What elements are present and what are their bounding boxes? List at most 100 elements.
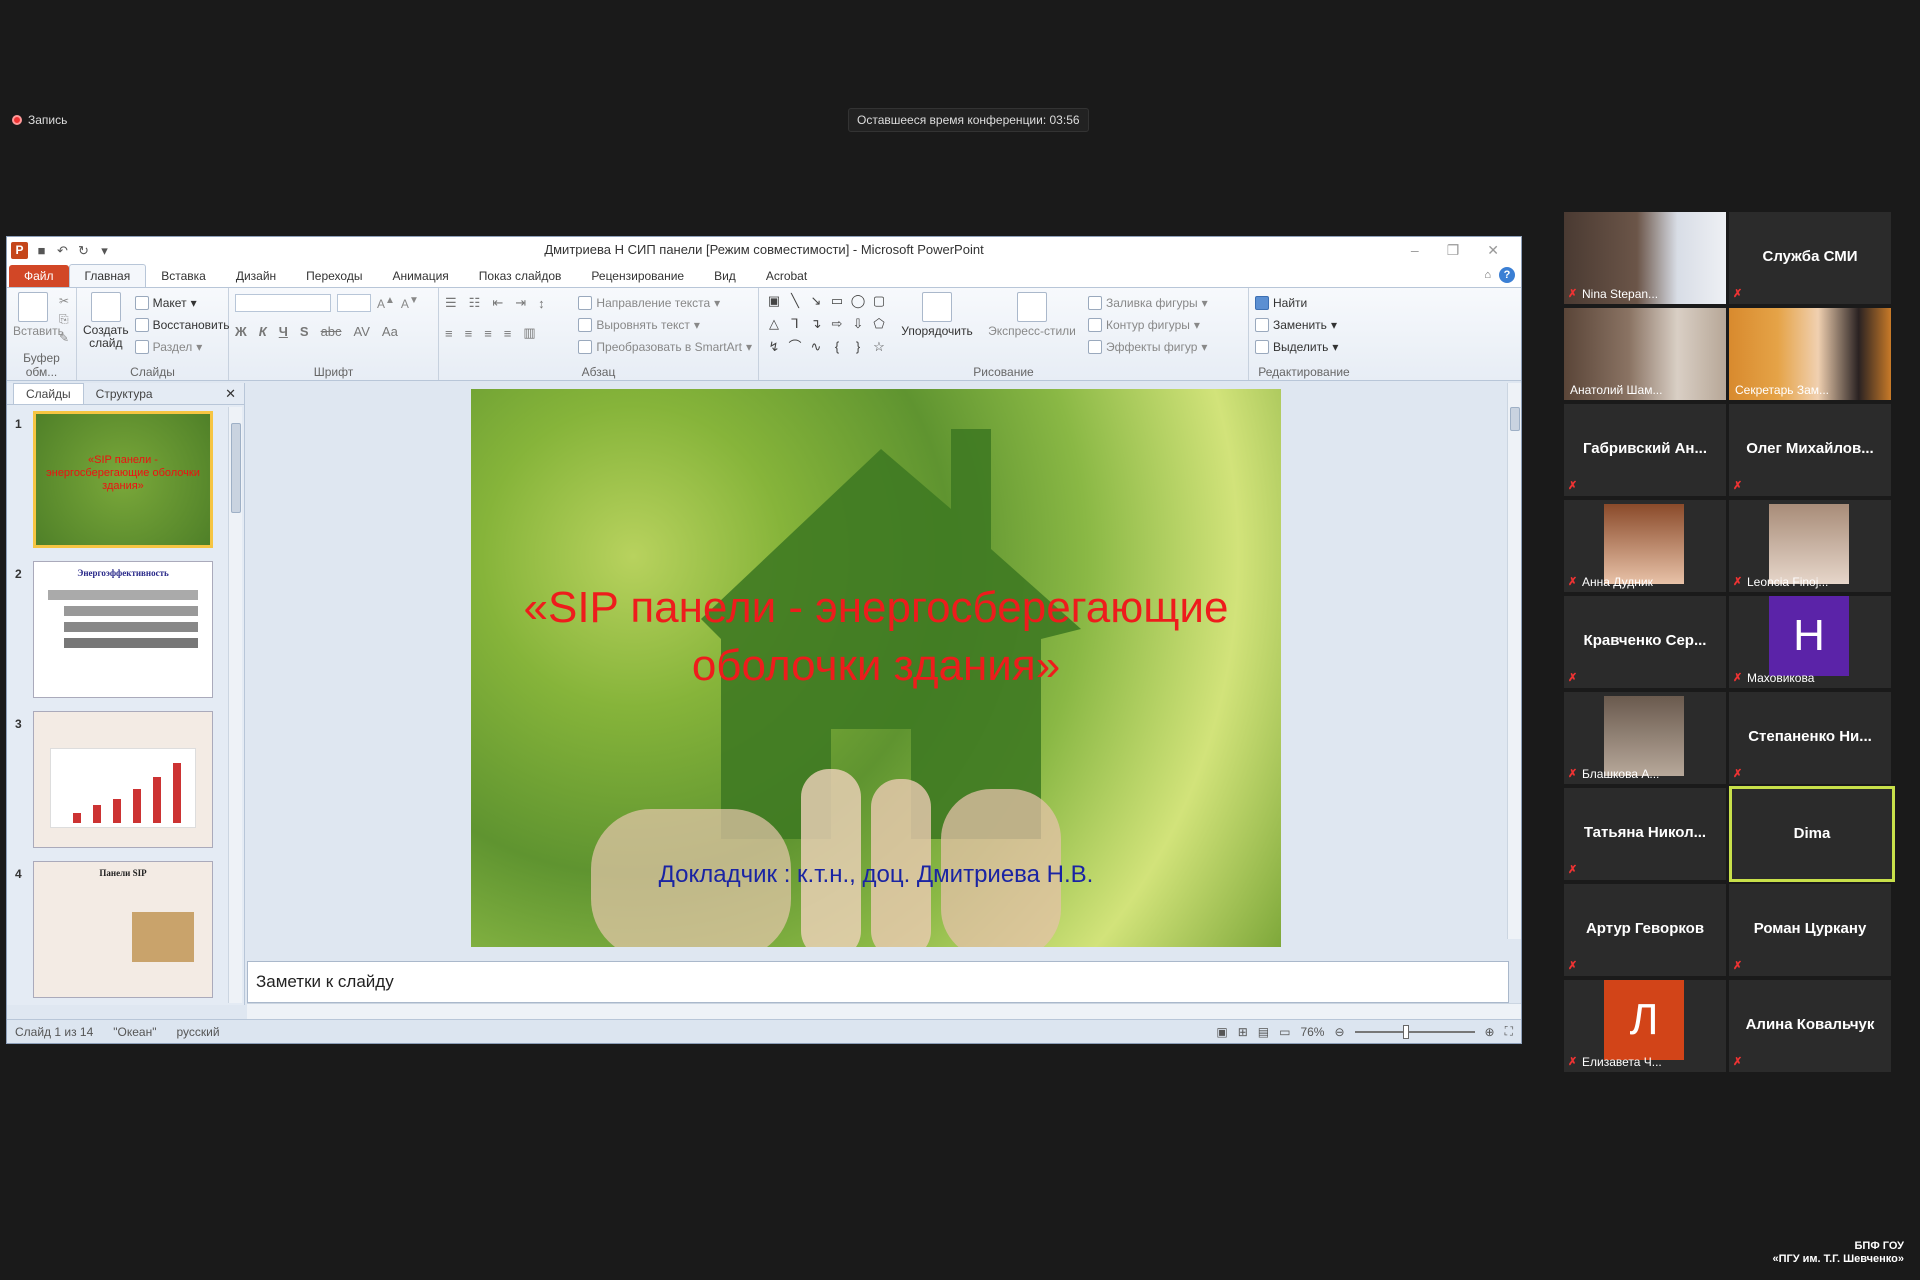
slideshow-view-icon[interactable]: ▭	[1279, 1025, 1290, 1039]
ribbon-collapse-icon[interactable]: ⌂	[1484, 269, 1491, 281]
brace-close-shape-icon[interactable]: }	[849, 338, 867, 358]
restore-icon[interactable]: ❐	[1447, 242, 1460, 259]
sorter-view-icon[interactable]: ⊞	[1238, 1025, 1248, 1039]
tab-acrobat[interactable]: Acrobat	[751, 265, 822, 287]
tab-design[interactable]: Дизайн	[221, 265, 291, 287]
smartart-button[interactable]: Преобразовать в SmartArt ▾	[578, 336, 752, 358]
indent-decrease-icon[interactable]: ⇤	[492, 295, 503, 311]
tab-home[interactable]: Главная	[68, 264, 147, 287]
slide-title[interactable]: «SIP панели - энергосберегающие оболочки…	[501, 579, 1251, 695]
minimize-icon[interactable]: –	[1411, 242, 1419, 259]
redo-icon[interactable]: ↻	[76, 243, 91, 258]
shrink-font-icon[interactable]: A▼	[401, 295, 419, 311]
participant-tile[interactable]: Роман Цуркану ✗	[1729, 884, 1891, 976]
scroll-thumb[interactable]	[231, 423, 241, 513]
shape-fill-button[interactable]: Заливка фигуры ▾	[1088, 292, 1208, 314]
justify-icon[interactable]: ≡	[504, 326, 512, 341]
participant-tile[interactable]: Л ✗ Елизавета Ч...	[1564, 980, 1726, 1072]
roundrect-shape-icon[interactable]: ▢	[870, 292, 888, 312]
notes-input[interactable]: Заметки к слайду	[247, 961, 1509, 1003]
zoom-level[interactable]: 76%	[1300, 1025, 1324, 1039]
italic-button[interactable]: К	[259, 324, 267, 339]
new-slide-button[interactable]: Создать слайд	[83, 292, 129, 358]
indent-increase-icon[interactable]: ⇥	[515, 295, 526, 311]
zoom-out-icon[interactable]: ⊖	[1334, 1025, 1344, 1039]
record-indicator[interactable]: Запись	[12, 113, 67, 127]
participant-tile[interactable]: ✗ Блашкова А...	[1564, 692, 1726, 784]
shape-effects-button[interactable]: Эффекты фигур ▾	[1088, 336, 1208, 358]
participant-tile-active[interactable]: Dima	[1729, 786, 1895, 882]
section-button[interactable]: Раздел ▾	[134, 336, 230, 358]
bullets-icon[interactable]: ☰	[445, 295, 457, 311]
fit-window-icon[interactable]: ⛶	[1505, 1024, 1513, 1039]
slides-panel-scrollbar[interactable]	[228, 407, 242, 1003]
right-arrow-shape-icon[interactable]: ⇨	[828, 315, 846, 335]
tab-view[interactable]: Вид	[699, 265, 751, 287]
wave-shape-icon[interactable]: ∿	[807, 338, 825, 358]
shapes-gallery[interactable]: ▣ ╲ ↘ ▭ ◯ ▢ △ ⅂ ↴ ⇨ ⇩ ⬠ ↯ ⌒ ∿{} ☆	[765, 292, 888, 358]
undo-icon[interactable]: ↶	[55, 243, 70, 258]
align-center-icon[interactable]: ≡	[465, 326, 473, 341]
strike-button[interactable]: abc	[321, 324, 342, 339]
grow-font-icon[interactable]: A▲	[377, 295, 395, 311]
language[interactable]: русский	[177, 1025, 220, 1039]
columns-icon[interactable]: ▥	[523, 325, 535, 341]
close-icon[interactable]: ✕	[1487, 242, 1499, 259]
participant-tile[interactable]: Н ✗ Маховикова	[1729, 596, 1891, 688]
customize-toolbar-icon[interactable]: ▾	[97, 243, 112, 258]
participant-tile[interactable]: Анатолий Шам...	[1564, 308, 1726, 400]
current-slide[interactable]: «SIP панели - энергосберегающие оболочки…	[471, 389, 1281, 947]
shape-outline-button[interactable]: Контур фигуры ▾	[1088, 314, 1208, 336]
find-button[interactable]: Найти	[1255, 292, 1353, 314]
participant-tile[interactable]: ✗ Анна Дудник	[1564, 500, 1726, 592]
align-right-icon[interactable]: ≡	[484, 326, 492, 341]
select-button[interactable]: Выделить ▾	[1255, 336, 1353, 358]
horizontal-scrollbar[interactable]	[247, 1003, 1521, 1019]
cut-icon[interactable]: ✂	[59, 294, 69, 308]
brace-open-shape-icon[interactable]: {	[828, 338, 846, 358]
save-icon[interactable]: ■	[34, 243, 49, 258]
bold-button[interactable]: Ж	[235, 324, 247, 339]
layout-button[interactable]: Макет ▾	[134, 292, 230, 314]
tab-insert[interactable]: Вставка	[146, 265, 221, 287]
numbering-icon[interactable]: ☷	[469, 295, 481, 311]
participant-tile[interactable]: Алина Ковальчук ✗	[1729, 980, 1891, 1072]
pentagon-shape-icon[interactable]: ⬠	[870, 315, 888, 335]
slide-reporter[interactable]: Докладчик : к.т.н., доц. Дмитриева Н.В.	[471, 861, 1281, 889]
participant-tile[interactable]: Кравченко Сер... ✗	[1564, 596, 1726, 688]
underline-button[interactable]: Ч	[279, 324, 288, 339]
connector-shape-icon[interactable]: ⅂	[786, 315, 804, 335]
tab-animation[interactable]: Анимация	[377, 265, 463, 287]
participant-tile[interactable]: Артур Геворков ✗	[1564, 884, 1726, 976]
shadow-button[interactable]: S	[300, 324, 309, 339]
curve-shape-icon[interactable]: ⌒	[786, 338, 804, 358]
copy-icon[interactable]: ⎘	[59, 312, 69, 327]
scroll-thumb[interactable]	[1510, 407, 1520, 431]
textbox-shape-icon[interactable]: ▣	[765, 292, 783, 312]
reading-view-icon[interactable]: ▤	[1258, 1025, 1269, 1039]
line-shape-icon[interactable]: ╲	[786, 292, 804, 312]
line-spacing-icon[interactable]: ↕	[538, 296, 545, 311]
participant-tile[interactable]: Габривский Ан... ✗	[1564, 404, 1726, 496]
tab-slides[interactable]: Слайды	[13, 383, 84, 404]
participant-tile[interactable]: Татьяна Никол... ✗	[1564, 788, 1726, 880]
participant-tile[interactable]: ✗ Leoncia Finoj...	[1729, 500, 1891, 592]
text-direction-button[interactable]: Направление текста ▾	[578, 292, 752, 314]
tab-outline[interactable]: Структура	[84, 384, 165, 404]
spacing-button[interactable]: AV	[354, 324, 370, 339]
slide-scrollbar[interactable]	[1507, 383, 1521, 939]
tab-transitions[interactable]: Переходы	[291, 265, 377, 287]
arrow-shape-icon[interactable]: ↘	[807, 292, 825, 312]
participant-tile[interactable]: Секретарь Зам...	[1729, 308, 1891, 400]
case-button[interactable]: Aa	[382, 324, 398, 339]
help-icon[interactable]: ?	[1499, 267, 1515, 283]
format-painter-icon[interactable]: ✎	[59, 331, 69, 345]
powerpoint-logo-icon[interactable]: P	[11, 241, 28, 259]
oval-shape-icon[interactable]: ◯	[849, 292, 867, 312]
align-text-button[interactable]: Выровнять текст ▾	[578, 314, 752, 336]
participant-tile[interactable]: Олег Михайлов... ✗	[1729, 404, 1891, 496]
elbow-shape-icon[interactable]: ↴	[807, 315, 825, 335]
participant-tile[interactable]: ✗ Nina Stepan...	[1564, 212, 1726, 304]
tab-file[interactable]: Файл	[9, 265, 69, 287]
rect-shape-icon[interactable]: ▭	[828, 292, 846, 312]
